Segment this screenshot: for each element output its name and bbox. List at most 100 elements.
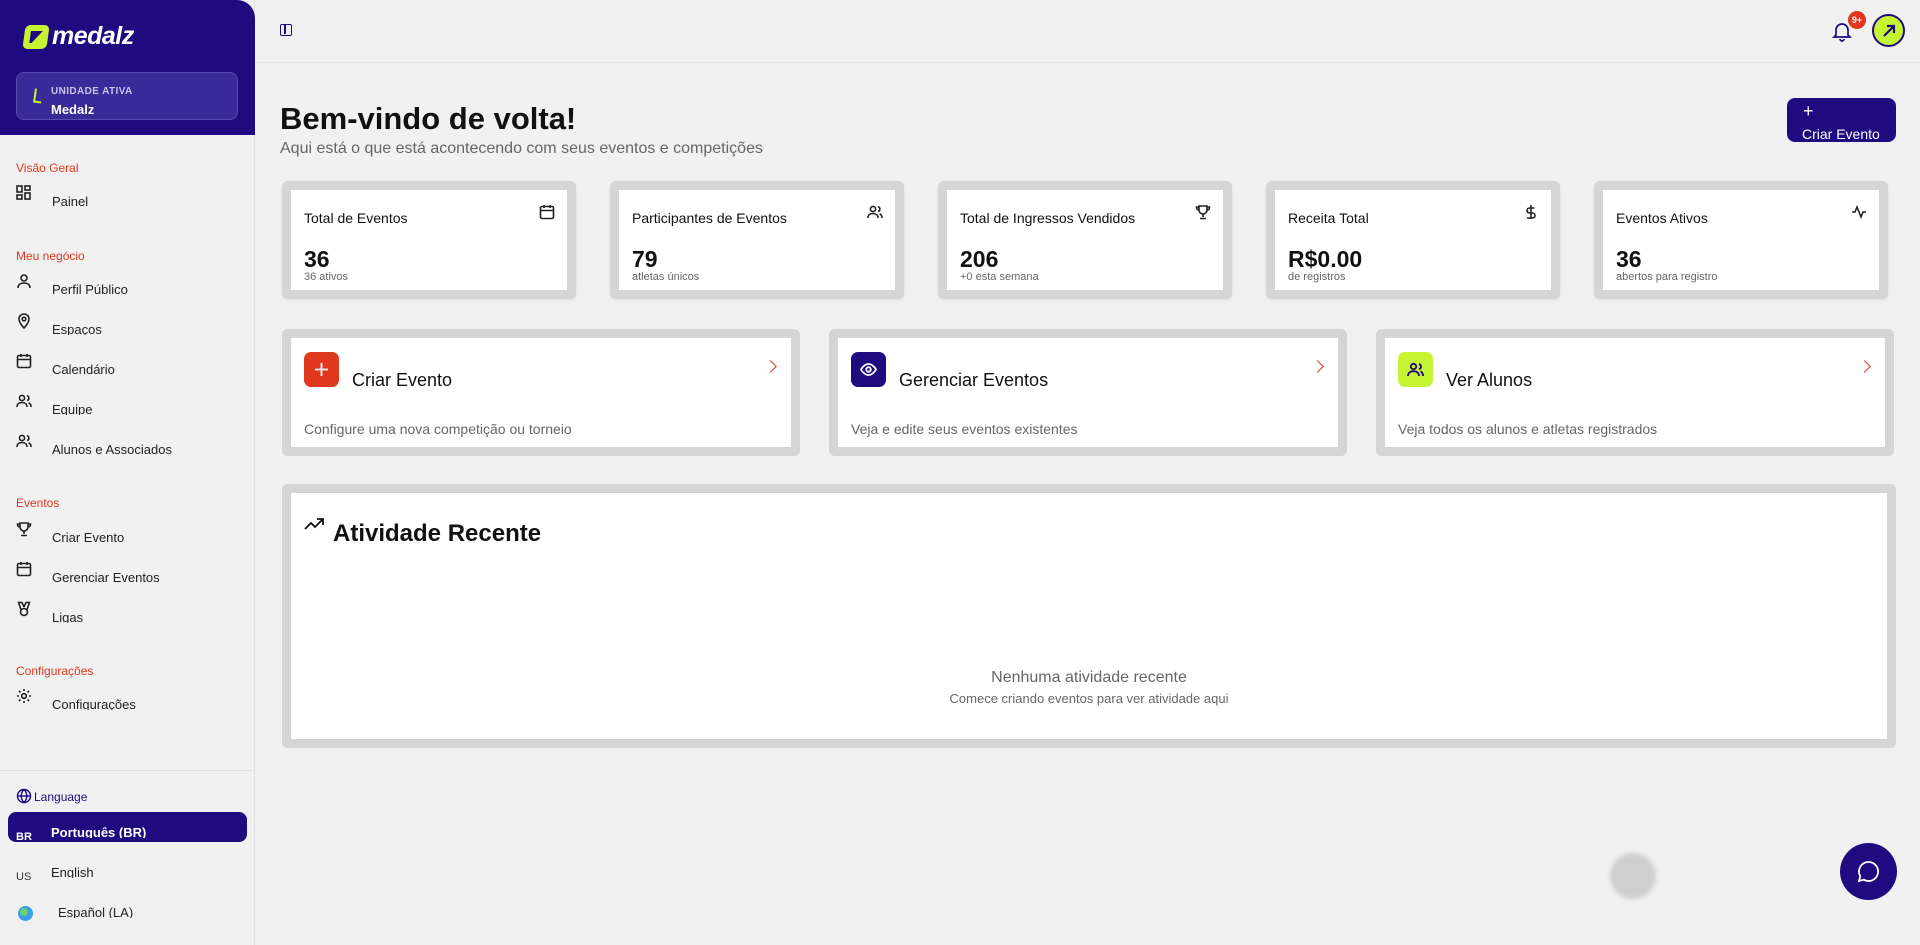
- unit-label: UNIDADE ATIVA: [51, 86, 133, 97]
- activity-icon: [1851, 204, 1867, 220]
- stat-card-tickets-sold: Total de Ingressos Vendidos 206 +0 esta …: [938, 181, 1232, 299]
- sidebar-item-create-event[interactable]: Criar Evento: [16, 521, 241, 545]
- calendar-icon: [539, 204, 555, 220]
- language-option-en[interactable]: US English: [8, 852, 247, 883]
- stat-card-participants: Participantes de Eventos 79 atletas únic…: [610, 181, 904, 299]
- sidebar-item-label: Calendário: [52, 362, 115, 375]
- sidebar-item-label: Perfil Público: [52, 282, 128, 295]
- trophy-icon: [1195, 204, 1211, 220]
- sidebar-item-label: Equipe: [52, 402, 93, 415]
- section-title-overview: Visão Geral: [16, 161, 79, 175]
- calendar-icon: [16, 561, 32, 577]
- users-icon: [1398, 352, 1433, 387]
- stat-value: 79: [632, 246, 658, 272]
- plus-icon: [304, 352, 339, 387]
- stat-label: Participantes de Eventos: [632, 210, 787, 226]
- language-option-pt-br[interactable]: BR Português (BR): [8, 812, 247, 843]
- users-icon: [16, 393, 32, 409]
- map-pin-icon: [16, 313, 32, 330]
- recent-activity-panel: Atividade Recente Nenhuma atividade rece…: [282, 484, 1896, 748]
- active-unit-selector[interactable]: UNIDADE ATIVA Medalz: [16, 72, 238, 120]
- section-title-settings: Configurações: [16, 664, 94, 678]
- language-option-es-la[interactable]: Español (LA): [8, 892, 247, 922]
- sidebar-header: medalz UNIDADE ATIVA Medalz: [0, 0, 255, 135]
- stat-label: Total de Ingressos Vendidos: [960, 210, 1136, 226]
- stat-sub: abertos para registro: [1616, 271, 1718, 283]
- sidebar-item-label: Configurações: [52, 697, 136, 710]
- action-card-create-event[interactable]: Criar Evento Configure uma nova competiç…: [282, 329, 800, 456]
- sidebar-item-settings[interactable]: Configurações: [16, 688, 241, 712]
- action-card-manage-events[interactable]: Gerenciar Eventos Veja e edite seus even…: [829, 329, 1347, 456]
- action-desc: Configure uma nova competição ou torneio: [304, 421, 572, 437]
- empty-state-title: Nenhuma atividade recente: [991, 669, 1187, 686]
- page-title: Bem-vindo de volta!: [280, 101, 577, 136]
- sidebar-item-team[interactable]: Equipe: [16, 393, 241, 417]
- language-label: Language: [34, 790, 88, 804]
- users-icon: [867, 204, 883, 220]
- sidebar: medalz UNIDADE ATIVA Medalz Visão Geral …: [0, 0, 255, 945]
- chevron-right-icon: [764, 360, 777, 373]
- sidebar-item-label: Painel: [52, 194, 89, 207]
- user-icon: [16, 273, 32, 289]
- sidebar-item-label: Gerenciar Eventos: [52, 570, 160, 583]
- eye-icon: [851, 352, 886, 387]
- action-card-view-students[interactable]: Ver Alunos Veja todos os alunos e atleta…: [1376, 329, 1894, 456]
- chat-icon: [1857, 861, 1879, 883]
- language-code: US: [16, 871, 32, 883]
- stat-label: Receita Total: [1288, 210, 1369, 226]
- arrow-icon: [1883, 24, 1896, 37]
- sidebar-item-leagues[interactable]: Ligas: [16, 601, 241, 625]
- trending-up-icon: [304, 517, 324, 531]
- action-title: Ver Alunos: [1446, 370, 1533, 390]
- floating-placeholder: [1610, 853, 1656, 899]
- topbar: 9+: [256, 0, 1920, 63]
- section-title-business: Meu negócio: [16, 249, 85, 263]
- language-code: BR: [16, 831, 32, 843]
- language-divider: [0, 770, 255, 771]
- page-subtitle: Aqui está o que está acontecendo com seu…: [280, 140, 763, 157]
- section-title-events: Eventos: [16, 496, 60, 510]
- plus-icon: +: [1803, 101, 1814, 121]
- sidebar-item-dashboard[interactable]: Painel: [16, 185, 241, 209]
- action-desc: Veja todos os alunos e atletas registrad…: [1398, 421, 1658, 437]
- create-event-button-label: Criar Evento: [1802, 127, 1880, 141]
- trophy-icon: [16, 521, 32, 537]
- action-title: Criar Evento: [352, 370, 453, 390]
- sidebar-item-public-profile[interactable]: Perfil Público: [16, 273, 241, 297]
- language-name: Español (LA): [58, 905, 134, 918]
- gear-icon: [16, 688, 32, 704]
- globe-icon: [16, 788, 32, 804]
- unit-name: Medalz: [51, 102, 95, 117]
- sidebar-item-students[interactable]: Alunos e Associados: [16, 433, 241, 457]
- stat-value: 206: [960, 246, 999, 272]
- stat-sub: +0 esta semana: [960, 271, 1039, 283]
- stat-card-total-events: Total de Eventos 36 36 ativos: [282, 181, 576, 299]
- notification-badge: 9+: [1848, 11, 1866, 29]
- stat-sub: 36 ativos: [304, 271, 349, 283]
- stat-card-revenue: Receita Total R$0.00 de registros: [1266, 181, 1560, 299]
- avatar[interactable]: [1872, 14, 1905, 47]
- language-name: English: [51, 865, 94, 878]
- sidebar-item-label: Alunos e Associados: [52, 442, 172, 455]
- create-event-button[interactable]: + Criar Evento: [1787, 98, 1896, 142]
- sidebar-item-manage-events[interactable]: Gerenciar Eventos: [16, 561, 241, 585]
- language-title: Language: [16, 788, 87, 804]
- sidebar-item-calendar[interactable]: Calendário: [16, 353, 241, 377]
- sidebar-item-label: Criar Evento: [52, 530, 125, 543]
- chevron-right-icon: [1311, 360, 1324, 373]
- medal-icon: [16, 601, 32, 617]
- medalz-logo-icon: [22, 24, 50, 49]
- stat-card-active-events: Eventos Ativos 36 abertos para registro: [1594, 181, 1888, 299]
- stat-label: Total de Eventos: [304, 210, 408, 226]
- empty-state-subtitle: Comece criando eventos para ver atividad…: [949, 691, 1229, 706]
- sidebar-toggle-icon[interactable]: [280, 24, 292, 36]
- sidebar-item-spaces[interactable]: Espaços: [16, 313, 241, 337]
- unit-icon: [33, 88, 43, 104]
- stat-value: R$0.00: [1288, 246, 1363, 272]
- calendar-icon: [16, 353, 32, 369]
- brand-logo[interactable]: medalz: [22, 22, 134, 51]
- action-desc: Veja e edite seus eventos existentes: [851, 421, 1078, 437]
- chat-button[interactable]: [1840, 843, 1897, 900]
- chevron-right-icon: [1858, 360, 1871, 373]
- brand-name: medalz: [52, 22, 134, 50]
